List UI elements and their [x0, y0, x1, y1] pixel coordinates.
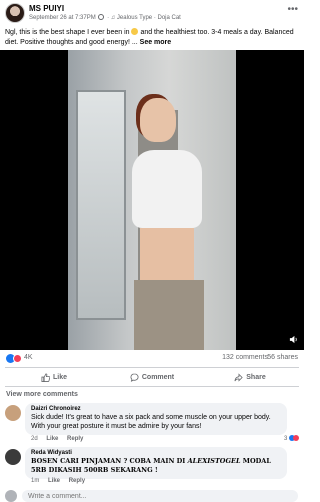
- comment-reactions[interactable]: 3: [284, 435, 299, 442]
- love-reaction-icon: [293, 435, 299, 441]
- share-count[interactable]: 56 shares: [267, 354, 298, 361]
- share-label: Share: [246, 373, 266, 381]
- comment-text-emphasis: ALEXISTOGEL: [187, 457, 241, 465]
- video-window: [76, 90, 126, 320]
- comment-time[interactable]: 1m: [31, 478, 39, 484]
- author-avatar[interactable]: [5, 3, 25, 23]
- author-name[interactable]: MS PUIYI: [29, 4, 64, 13]
- post-date[interactable]: September 26 at 7:37PM: [29, 15, 96, 21]
- commenter-avatar[interactable]: [5, 405, 21, 421]
- comment-count[interactable]: 132 comments: [222, 354, 268, 361]
- comment-reply-button[interactable]: Reply: [69, 478, 85, 484]
- comment-text: Sick dude! It's great to have a six pack…: [31, 414, 271, 430]
- share-icon: [234, 372, 243, 382]
- commenter-name[interactable]: Reda Widyasti: [31, 450, 281, 456]
- globe-icon: [98, 14, 105, 20]
- post-stats: 4K 132 comments 56 shares: [0, 352, 304, 366]
- write-comment-row: [5, 488, 299, 502]
- volume-icon[interactable]: [289, 335, 298, 344]
- view-more-comments-link[interactable]: View more comments: [6, 391, 78, 398]
- like-button[interactable]: Like: [5, 368, 103, 386]
- comment-time[interactable]: 2d: [31, 436, 38, 442]
- comment-text: BOSEN CARI PINJAMAN ? COBA MAIN DI ALEXI…: [31, 457, 281, 475]
- comment-icon: [130, 372, 139, 382]
- see-more-link[interactable]: See more: [140, 39, 172, 46]
- video-frame: [68, 50, 236, 350]
- post-meta: September 26 at 7:37PM · ♫ Jealous Type …: [29, 14, 181, 21]
- post-music[interactable]: ♫ Jealous Type · Doja Cat: [111, 15, 181, 21]
- comment-input[interactable]: [22, 490, 298, 502]
- current-user-avatar: [5, 490, 17, 502]
- reaction-count[interactable]: 4K: [24, 354, 33, 361]
- video-person-shirt: [132, 150, 202, 228]
- caption-text-1: Ngl, this is the best shape I ever been …: [5, 29, 130, 36]
- more-options-icon[interactable]: •••: [287, 4, 298, 15]
- post-actions: Like Comment Share: [5, 367, 299, 387]
- comment-button[interactable]: Comment: [103, 368, 201, 386]
- comment-footer: 1m Like Reply: [31, 478, 92, 484]
- grin-emoji-icon: [131, 28, 139, 35]
- post-caption: Ngl, this is the best shape I ever been …: [5, 28, 299, 48]
- video-person-head: [140, 98, 176, 142]
- love-reaction-icon: [13, 354, 22, 363]
- comment-footer: 2d Like Reply: [31, 436, 90, 442]
- share-button[interactable]: Share: [201, 368, 299, 386]
- comment-bubble: Reda Widyasti BOSEN CARI PINJAMAN ? COBA…: [25, 447, 287, 479]
- commenter-avatar[interactable]: [5, 449, 21, 465]
- video-person-pants: [134, 280, 204, 350]
- comment-like-button[interactable]: Like: [46, 436, 58, 442]
- like-label: Like: [52, 373, 67, 381]
- post-video[interactable]: [0, 50, 304, 350]
- meta-separator: ·: [107, 15, 110, 21]
- commenter-name[interactable]: Daizri Chronoirez: [31, 406, 281, 412]
- video-person-torso: [140, 228, 194, 280]
- comment-reaction-count: 3: [283, 436, 288, 442]
- comment-bubble: Daizri Chronoirez Sick dude! It's great …: [25, 403, 287, 435]
- comment-reply-button[interactable]: Reply: [67, 436, 83, 442]
- comment-label: Comment: [141, 373, 175, 381]
- thumbs-up-icon: [41, 372, 50, 382]
- comment-text-part: BOSEN CARI PINJAMAN ? COBA MAIN DI: [31, 457, 188, 465]
- comment-like-button[interactable]: Like: [48, 478, 60, 484]
- post-header: MS PUIYI September 26 at 7:37PM · ♫ Jeal…: [0, 0, 304, 26]
